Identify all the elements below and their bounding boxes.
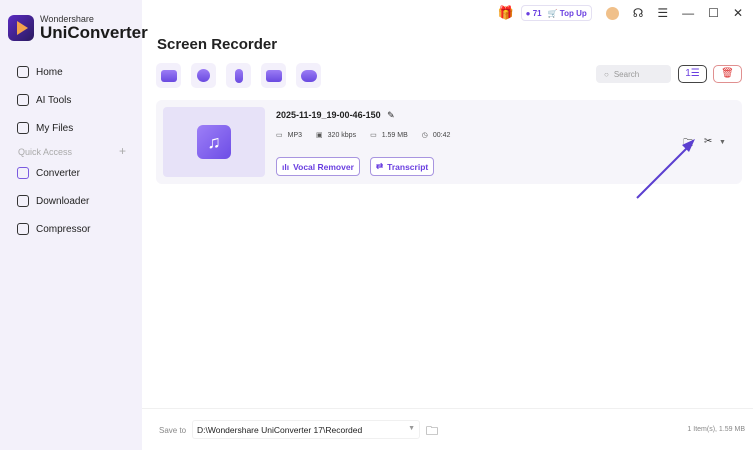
save-path: D:\Wondershare UniConverter 17\Recorded (197, 425, 363, 435)
items-summary: 1 Item(s), 1.59 MB (687, 426, 745, 433)
save-path-select[interactable]: D:\Wondershare UniConverter 17\Recorded ▼ (192, 420, 420, 439)
browse-folder-icon[interactable]: 🗀 (426, 422, 438, 443)
annotation-arrow (636, 139, 695, 199)
footer: Save to D:\Wondershare UniConverter 17\R… (142, 408, 753, 450)
save-to-label: Save to (159, 426, 187, 435)
chevron-down-icon: ▼ (408, 425, 415, 432)
